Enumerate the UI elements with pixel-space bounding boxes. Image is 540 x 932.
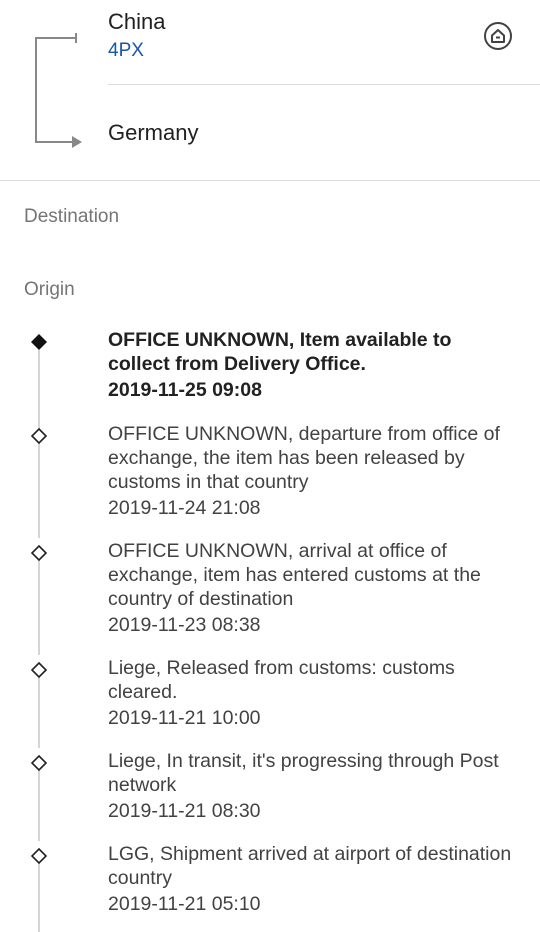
destination-country: Germany [108,120,199,145]
route-divider [108,84,540,85]
timeline-line [38,676,40,748]
home-circle-icon[interactable] [482,20,514,52]
timeline-line [38,769,40,841]
event-datetime: 2019-11-21 10:00 [108,707,261,729]
event-datetime: 2019-11-25 09:08 [108,379,262,401]
event-description: OFFICE UNKNOWN, Item available to collec… [108,329,452,375]
event-datetime: 2019-11-21 05:10 [108,893,261,915]
diamond-outline-icon [30,544,48,562]
timeline-line [38,442,40,538]
origin-section-label[interactable]: Origin [24,279,75,301]
destination-section-label[interactable]: Destination [24,206,119,228]
event-description: LGG, Shipment arrived at airport of dest… [108,843,512,889]
route-header: China 4PX Germany [0,0,540,181]
tracking-timeline: OFFICE UNKNOWN, Item available to collec… [0,322,540,932]
diamond-outline-icon [30,754,48,772]
timeline-line [38,559,40,655]
route-bracket-icon [35,33,82,148]
event-datetime: 2019-11-23 08:38 [108,614,261,636]
event-description: OFFICE UNKNOWN, arrival at office of exc… [108,540,481,610]
event-datetime: 2019-11-24 21:08 [108,497,261,519]
diamond-outline-icon [30,427,48,445]
timeline-line [38,862,40,932]
diamond-outline-icon [30,661,48,679]
filled-diamond-icon [31,334,47,350]
carrier-link[interactable]: 4PX [108,40,144,62]
event-datetime: 2019-11-21 08:30 [108,800,261,822]
diamond-outline-icon [30,847,48,865]
origin-country: China [108,9,166,34]
event-description: OFFICE UNKNOWN, departure from office of… [108,423,500,493]
event-description: Liege, In transit, it's progressing thro… [108,750,499,796]
timeline-line [38,350,40,432]
event-description: Liege, Released from customs: customs cl… [108,657,455,703]
